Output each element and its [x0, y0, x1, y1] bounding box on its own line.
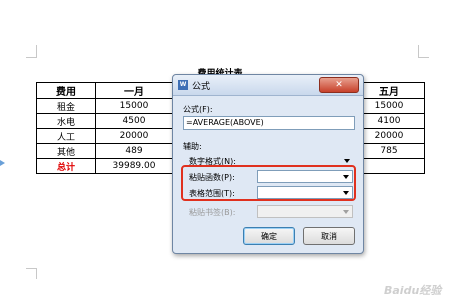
total-value-cell[interactable]: 39989.00	[95, 158, 173, 174]
table-cell[interactable]: 人工	[36, 128, 96, 144]
formula-label: 公式(F):	[183, 105, 213, 114]
table-header-cell[interactable]: 五月	[353, 82, 425, 99]
cancel-button[interactable]: 取消	[303, 227, 355, 245]
watermark: Baidu经验	[384, 284, 442, 297]
formula-input[interactable]: =AVERAGE(ABOVE)	[183, 116, 355, 130]
table-cell[interactable]: 15000	[95, 98, 173, 114]
paste-bookmark-label: 粘贴书签(B):	[189, 208, 236, 217]
paste-bookmark-select[interactable]	[257, 205, 353, 218]
page-corner-mark	[26, 45, 37, 58]
comment-marker-icon	[0, 160, 5, 166]
chevron-down-icon	[344, 159, 350, 163]
table-cell[interactable]	[353, 158, 425, 174]
highlight-annotation	[181, 165, 356, 201]
table-cell[interactable]: 20000	[353, 128, 425, 144]
app-logo-icon: W	[178, 80, 188, 90]
aux-section-label: 辅助:	[183, 142, 202, 151]
page-corner-mark	[26, 268, 37, 279]
table-cell[interactable]: 20000	[95, 128, 173, 144]
ok-button[interactable]: 确定	[243, 227, 295, 245]
chevron-down-icon	[343, 210, 349, 214]
table-cell[interactable]: 租金	[36, 98, 96, 114]
dialog-titlebar[interactable]: W 公式 ✕	[173, 75, 363, 96]
table-cell[interactable]: 4100	[353, 113, 425, 129]
close-icon: ✕	[335, 80, 343, 90]
close-button[interactable]: ✕	[319, 77, 359, 93]
table-cell[interactable]: 785	[353, 143, 425, 159]
page-corner-mark	[418, 45, 429, 58]
table-cell[interactable]: 15000	[353, 98, 425, 114]
table-cell[interactable]: 其他	[36, 143, 96, 159]
table-header-cell[interactable]: 费用	[36, 82, 96, 99]
formula-dialog: W 公式 ✕ 公式(F): =AVERAGE(ABOVE) 辅助: 数字格式(N…	[172, 74, 364, 254]
dialog-title: 公式	[192, 82, 211, 92]
table-cell[interactable]: 4500	[95, 113, 173, 129]
total-label-cell[interactable]: 总计	[36, 158, 96, 174]
table-cell[interactable]: 水电	[36, 113, 96, 129]
table-header-cell[interactable]: 一月	[95, 82, 173, 99]
table-cell[interactable]: 489	[95, 143, 173, 159]
